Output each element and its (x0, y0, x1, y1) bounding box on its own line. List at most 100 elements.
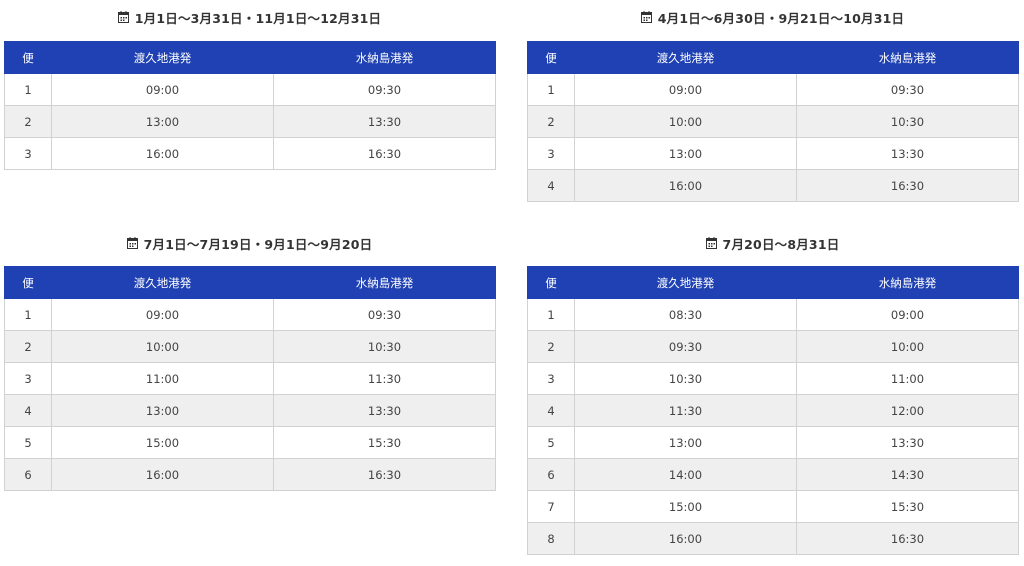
table-row: 5 13:00 13:30 (527, 426, 1019, 459)
trip-no: 6 (4, 458, 52, 491)
toguchi-time: 13:00 (51, 105, 274, 138)
trip-no: 3 (527, 362, 575, 395)
table-row: 6 14:00 14:30 (527, 458, 1019, 491)
toguchi-time: 14:00 (574, 458, 797, 491)
table-row: 1 09:00 09:30 (4, 298, 496, 331)
table-row: 4 16:00 16:30 (527, 169, 1019, 202)
trip-no: 3 (4, 137, 52, 170)
trip-no: 5 (4, 426, 52, 459)
schedule-table: 便 渡久地港発 水納島港発 1 09:00 09:30 2 10:00 10:3… (4, 266, 496, 491)
toguchi-time: 09:00 (574, 73, 797, 106)
schedule-title: 4月1日～6月30日・9月21日～10月31日 (657, 10, 905, 26)
header-trip-no: 便 (527, 266, 575, 299)
table-header-row: 便 渡久地港発 水納島港発 (4, 266, 496, 299)
minnajima-time: 12:00 (796, 394, 1019, 427)
trip-no: 2 (4, 105, 52, 138)
toguchi-time: 08:30 (574, 298, 797, 331)
minnajima-time: 10:30 (796, 105, 1019, 138)
toguchi-time: 11:00 (51, 362, 274, 395)
schedule-panel-peak-summer: 7月20日～8月31日 便 渡久地港発 水納島港発 1 08:30 09:00 … (527, 227, 1019, 555)
header-trip-no: 便 (4, 266, 52, 299)
table-row: 2 10:00 10:30 (527, 105, 1019, 138)
minnajima-time: 15:30 (796, 490, 1019, 523)
table-header-row: 便 渡久地港発 水納島港発 (527, 266, 1019, 299)
minnajima-time: 10:00 (796, 330, 1019, 363)
toguchi-time: 16:00 (51, 458, 274, 491)
minnajima-time: 11:00 (796, 362, 1019, 395)
toguchi-time: 16:00 (574, 169, 797, 202)
table-row: 2 10:00 10:30 (4, 330, 496, 363)
table-row: 4 11:30 12:00 (527, 394, 1019, 427)
table-row: 3 10:30 11:00 (527, 362, 1019, 395)
toguchi-time: 10:30 (574, 362, 797, 395)
table-row: 1 09:00 09:30 (527, 73, 1019, 106)
trip-no: 1 (4, 298, 52, 331)
schedule-heading: 1月1日～3月31日・11月1日～12月31日 (4, 1, 495, 33)
toguchi-time: 09:30 (574, 330, 797, 363)
schedule-heading: 7月1日～7月19日・9月1日～9月20日 (4, 227, 495, 259)
table-row: 1 08:30 09:00 (527, 298, 1019, 331)
minnajima-time: 13:30 (796, 426, 1019, 459)
toguchi-time: 09:00 (51, 73, 274, 106)
schedule-table: 便 渡久地港発 水納島港発 1 09:00 09:30 2 13:00 13:3… (4, 41, 496, 170)
toguchi-time: 13:00 (574, 426, 797, 459)
trip-no: 4 (4, 394, 52, 427)
header-toguchi-departure: 渡久地港発 (574, 266, 797, 299)
table-header-row: 便 渡久地港発 水納島港発 (4, 41, 496, 74)
schedule-table: 便 渡久地港発 水納島港発 1 08:30 09:00 2 09:30 10:0… (527, 266, 1019, 555)
table-row: 7 15:00 15:30 (527, 490, 1019, 523)
schedule-title: 7月1日～7月19日・9月1日～9月20日 (143, 236, 373, 252)
trip-no: 1 (527, 298, 575, 331)
trip-no: 7 (527, 490, 575, 523)
header-toguchi-departure: 渡久地港発 (51, 266, 274, 299)
schedule-panel-early-summer: 7月1日～7月19日・9月1日～9月20日 便 渡久地港発 水納島港発 1 09… (4, 227, 496, 491)
toguchi-time: 15:00 (574, 490, 797, 523)
trip-no: 5 (527, 426, 575, 459)
minnajima-time: 16:30 (796, 169, 1019, 202)
minnajima-time: 09:30 (273, 73, 496, 106)
calendar-icon (126, 237, 138, 249)
minnajima-time: 16:30 (796, 522, 1019, 555)
trip-no: 2 (4, 330, 52, 363)
trip-no: 4 (527, 169, 575, 202)
minnajima-time: 13:30 (273, 394, 496, 427)
table-row: 2 09:30 10:00 (527, 330, 1019, 363)
header-toguchi-departure: 渡久地港発 (51, 41, 274, 74)
minnajima-time: 16:30 (273, 137, 496, 170)
table-header-row: 便 渡久地港発 水納島港発 (527, 41, 1019, 74)
toguchi-time: 13:00 (51, 394, 274, 427)
trip-no: 4 (527, 394, 575, 427)
calendar-icon (117, 11, 129, 23)
toguchi-time: 10:00 (574, 105, 797, 138)
header-toguchi-departure: 渡久地港発 (574, 41, 797, 74)
trip-no: 8 (527, 522, 575, 555)
trip-no: 1 (527, 73, 575, 106)
calendar-icon (705, 237, 717, 249)
schedule-title: 7月20日～8月31日 (722, 236, 840, 252)
header-trip-no: 便 (4, 41, 52, 74)
toguchi-time: 09:00 (51, 298, 274, 331)
trip-no: 3 (527, 137, 575, 170)
minnajima-time: 09:00 (796, 298, 1019, 331)
toguchi-time: 11:30 (574, 394, 797, 427)
schedule-heading: 7月20日～8月31日 (527, 227, 1018, 259)
toguchi-time: 16:00 (51, 137, 274, 170)
schedule-table: 便 渡久地港発 水納島港発 1 09:00 09:30 2 10:00 10:3… (527, 41, 1019, 202)
table-row: 3 11:00 11:30 (4, 362, 496, 395)
minnajima-time: 16:30 (273, 458, 496, 491)
table-row: 4 13:00 13:30 (4, 394, 496, 427)
calendar-icon (640, 11, 652, 23)
minnajima-time: 11:30 (273, 362, 496, 395)
table-row: 2 13:00 13:30 (4, 105, 496, 138)
toguchi-time: 10:00 (51, 330, 274, 363)
minnajima-time: 09:30 (273, 298, 496, 331)
trip-no: 2 (527, 105, 575, 138)
table-row: 1 09:00 09:30 (4, 73, 496, 106)
minnajima-time: 14:30 (796, 458, 1019, 491)
table-row: 3 13:00 13:30 (527, 137, 1019, 170)
header-minnajima-departure: 水納島港発 (273, 266, 496, 299)
minnajima-time: 13:30 (796, 137, 1019, 170)
schedule-title: 1月1日～3月31日・11月1日～12月31日 (134, 10, 382, 26)
minnajima-time: 09:30 (796, 73, 1019, 106)
table-row: 8 16:00 16:30 (527, 522, 1019, 555)
